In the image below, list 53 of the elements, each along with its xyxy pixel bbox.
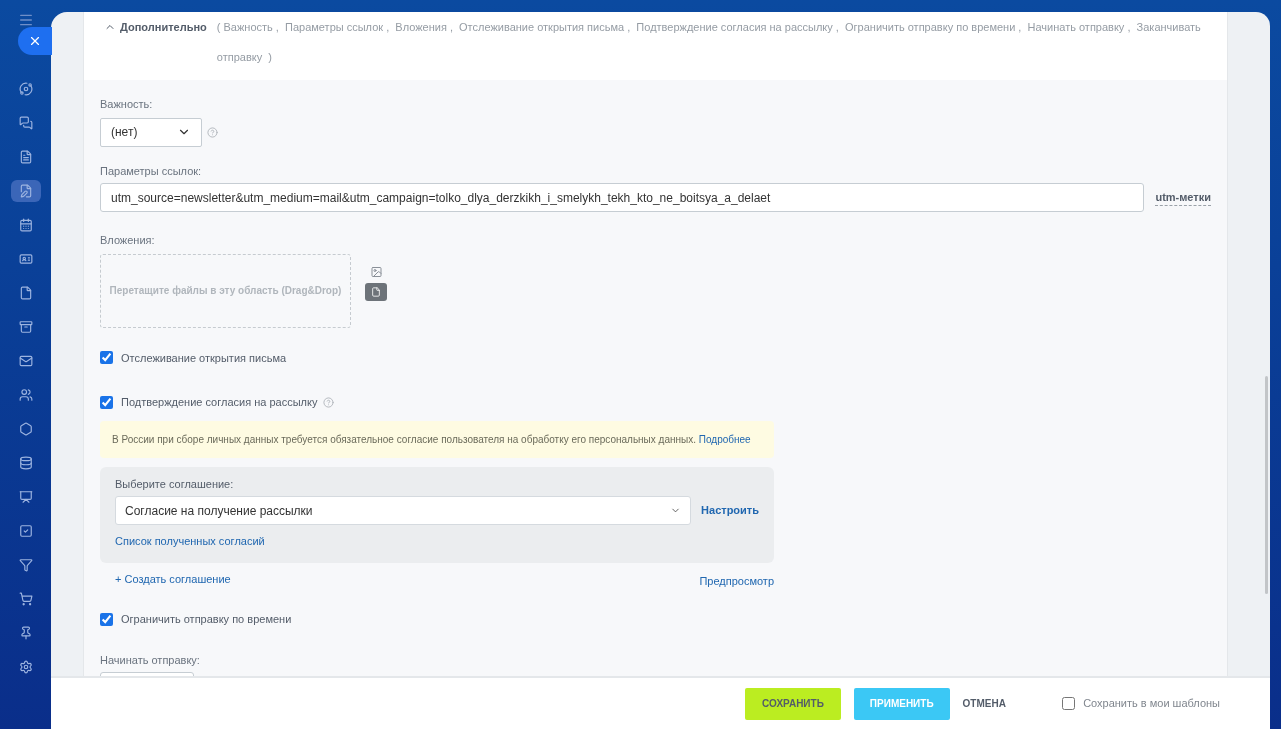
hexagon-icon [18,422,33,436]
orbit-icon [18,82,33,96]
file-button[interactable] [365,282,387,301]
consents-list-link[interactable]: Список полученных согласий [115,533,265,550]
pin-icon [18,626,33,640]
checkbox-label: Сохранить в мои шаблоны [1083,696,1220,712]
field-label: Важность: [100,97,154,112]
document-icon [18,150,33,164]
link-params-input[interactable]: utm_source=newsletter&utm_medium=mail&utm_campaign=tolko_dlya_derzkikh_i_smelykh_tekh_kto_ne_boitsya_a_delaet [100,183,1145,212]
file-icon [18,286,33,300]
scrollbar[interactable] [1265,376,1268,594]
archive-icon [18,320,33,334]
field-label: Параметры ссылок: [100,163,203,179]
section-toggle[interactable]: Дополнительно [104,14,217,40]
utm-link[interactable]: utm-метки [1155,188,1211,207]
field-label: Начинать отправку: [100,652,201,668]
menu-icon[interactable] [17,12,34,28]
consent-notice: В России при сборе личных данных требуется обязательное согласие пользователя на обработку его персональных данных. Подробнее [100,420,774,458]
mail-icon [18,354,33,368]
agreement-select[interactable]: Согласие на получение рассылки [115,496,692,525]
file-icon [371,286,381,297]
sidebar-item[interactable] [10,180,41,202]
checkbox[interactable] [100,351,113,365]
filter-icon [18,558,33,572]
checkbox[interactable] [1062,697,1076,710]
settings-icon [18,660,33,674]
create-agreement-link[interactable]: + Создать соглашение [115,570,231,587]
calendar-icon [18,218,33,232]
section-summary: ( Важность , Параметры ссылок , Вложения , Отслеживание открытия письма , Подтверждение согласия на рассылку , Ограничить отправку по времени , Начинать отправку , Заканчивать отправку ) [216,20,1202,65]
checkbox-label: Подтверждение согласия на рассылку [121,395,318,410]
checkbox[interactable] [100,612,113,626]
image-icon[interactable] [369,265,383,278]
checkbox[interactable] [100,395,113,409]
chat-icon [18,116,33,130]
preview-link[interactable]: Предпросмотр [699,572,774,589]
checkbox-label: Отслеживание открытия письма [121,350,287,366]
checkbox-label: Ограничить отправку по времени [121,612,292,627]
field-label: Выберите соглашение: [115,476,235,492]
importance-select[interactable]: (нет) [100,117,202,147]
cart-icon [18,592,33,606]
field-label: Вложения: [100,233,156,248]
presentation-icon [18,490,33,504]
configure-link[interactable]: Настроить [701,502,759,519]
close-icon [28,34,42,48]
id-card-icon [18,252,33,266]
close-button[interactable] [18,27,52,55]
users-icon [18,388,33,402]
database-icon [18,456,33,470]
document-edit-icon [18,184,33,198]
cancel-button[interactable]: ОТМЕНА [962,687,1006,720]
checkbox-icon [18,524,33,538]
save-button[interactable]: СОХРАНИТЬ [745,687,841,720]
more-link[interactable]: Подробнее [698,433,751,445]
